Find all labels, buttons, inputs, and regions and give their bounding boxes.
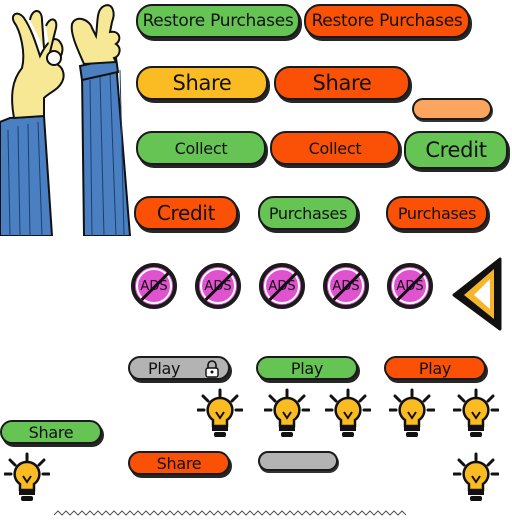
ads-label: ADS xyxy=(204,278,232,294)
lightbulb-icon xyxy=(452,388,500,442)
ads-label: ADS xyxy=(396,278,424,294)
share-button-orange[interactable]: Share xyxy=(274,66,410,100)
share-button-small-orange[interactable]: Share xyxy=(128,451,230,475)
lock-icon xyxy=(204,360,220,378)
restore-purchases-button-green[interactable]: Restore Purchases xyxy=(136,4,300,38)
lightbulb-icon xyxy=(3,452,51,506)
share-button-yellow[interactable]: Share xyxy=(136,66,268,100)
no-ads-button[interactable]: ADS xyxy=(323,263,369,309)
lightbulb-icon xyxy=(263,388,311,442)
no-ads-button[interactable]: ADS xyxy=(387,263,433,309)
collect-button-green[interactable]: Collect xyxy=(136,131,266,165)
ads-label: ADS xyxy=(332,278,360,294)
purchases-button-green[interactable]: Purchases xyxy=(258,196,358,230)
play-button-orange[interactable]: Play xyxy=(384,356,486,380)
zigzag-divider xyxy=(53,502,407,516)
lightbulb-icon xyxy=(452,452,500,506)
blank-pill-button-grey[interactable] xyxy=(258,451,338,471)
play-label: Play xyxy=(148,358,181,378)
no-ads-button[interactable]: ADS xyxy=(259,263,305,309)
share-button-small-green[interactable]: Share xyxy=(0,420,102,444)
no-ads-button[interactable]: ADS xyxy=(195,263,241,309)
lightbulb-icon xyxy=(324,388,372,442)
lightbulb-icon xyxy=(388,388,436,442)
credit-button-green[interactable]: Credit xyxy=(404,131,508,169)
ads-label: ADS xyxy=(140,278,168,294)
blank-pill-button-orange[interactable] xyxy=(412,98,492,120)
restore-purchases-button-orange[interactable]: Restore Purchases xyxy=(304,4,470,38)
back-arrow-icon[interactable] xyxy=(450,255,506,333)
hands-illustration xyxy=(0,0,134,237)
purchases-button-orange[interactable]: Purchases xyxy=(386,196,488,230)
credit-button-orange[interactable]: Credit xyxy=(134,196,238,230)
ads-label: ADS xyxy=(268,278,296,294)
play-button-locked[interactable]: Play xyxy=(128,356,230,380)
collect-button-orange[interactable]: Collect xyxy=(270,131,400,165)
lightbulb-icon xyxy=(196,388,244,442)
play-button-green[interactable]: Play xyxy=(256,356,358,380)
no-ads-button[interactable]: ADS xyxy=(131,263,177,309)
